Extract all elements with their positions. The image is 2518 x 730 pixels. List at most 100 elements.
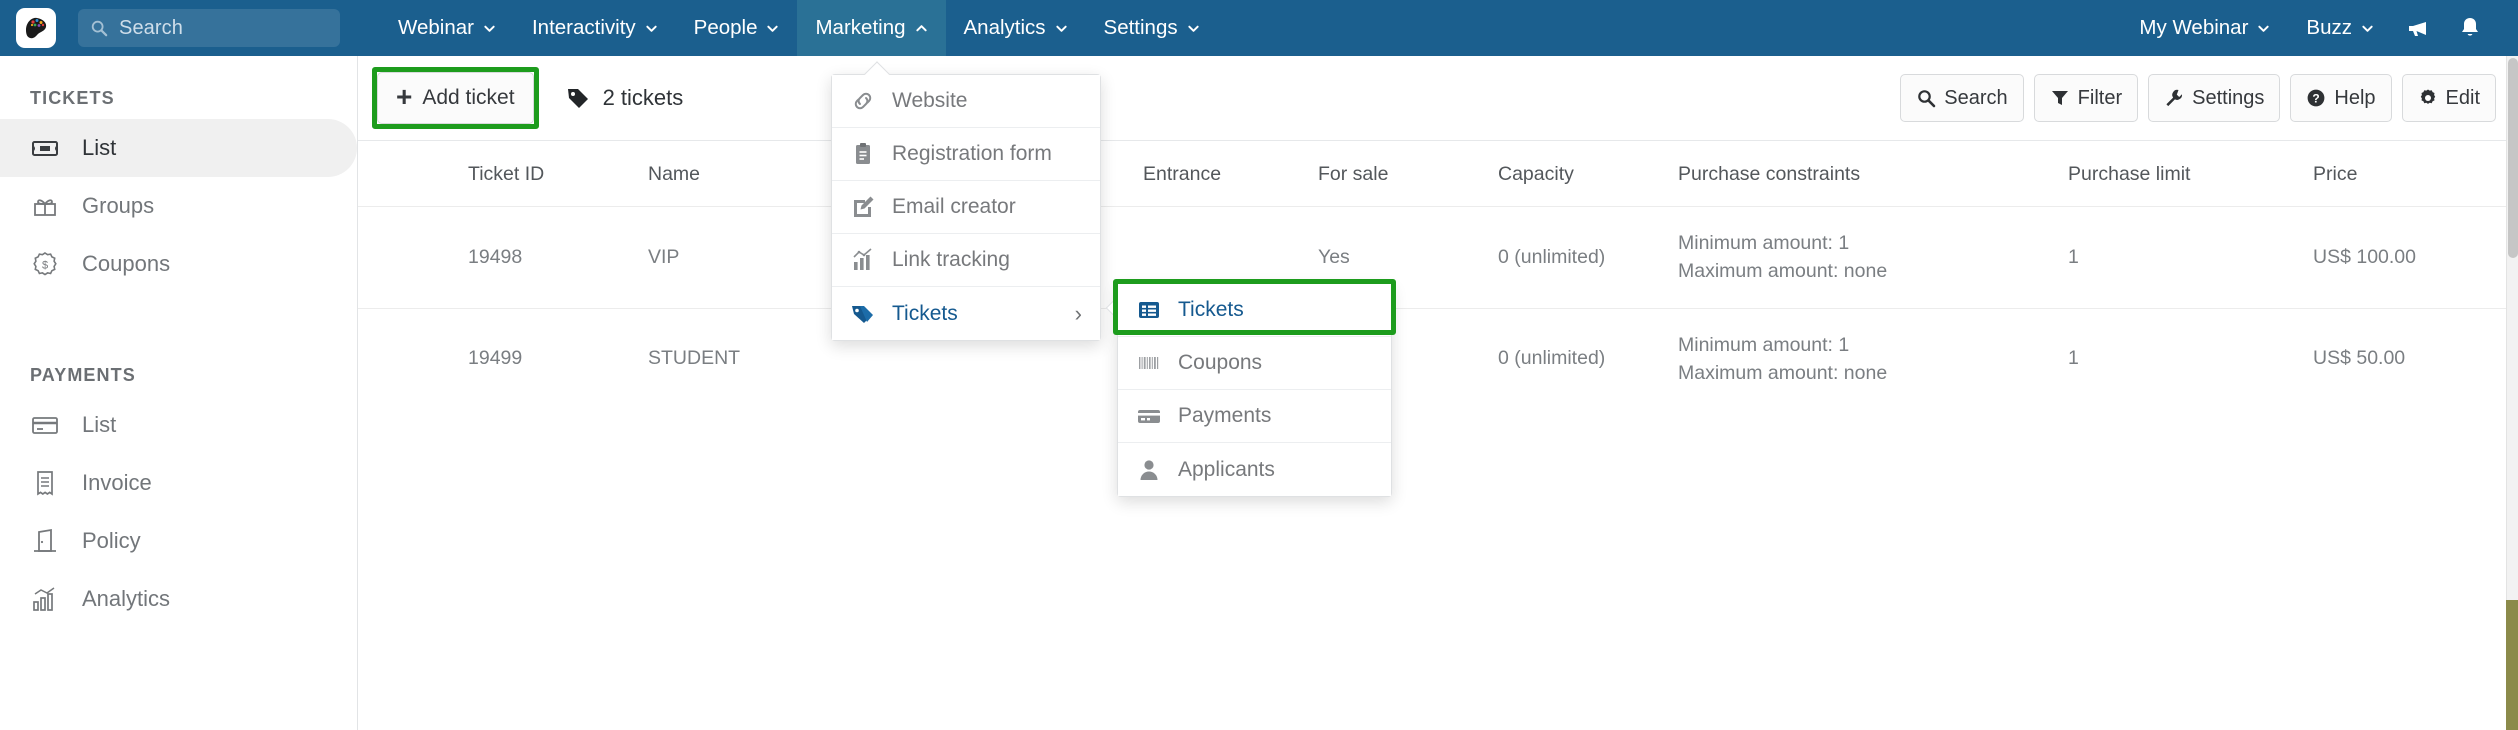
sidebar-item-groups[interactable]: Groups xyxy=(0,177,357,235)
table-row[interactable]: 19499 STUDENT Yes 0 (unlimited) Minimum … xyxy=(358,307,2518,413)
nav-label-analytics: Analytics xyxy=(963,16,1046,39)
cell-price: US$ 50.00 xyxy=(2313,307,2473,410)
sidebar-item-coupons[interactable]: $ Coupons xyxy=(0,235,357,293)
content-toolbar: + Add ticket 2 tickets Search Filter Set… xyxy=(358,56,2518,141)
main-nav-items: Webinar Interactivity People Marketing A xyxy=(380,0,1218,56)
th-purchase-limit: Purchase limit xyxy=(2068,141,2313,207)
credit-card-icon xyxy=(1138,410,1160,423)
filter-button[interactable]: Filter xyxy=(2033,74,2139,122)
chevron-down-icon xyxy=(767,25,779,32)
nav-item-marketing[interactable]: Marketing xyxy=(797,0,946,56)
help-button[interactable]: ? Help xyxy=(2290,74,2392,122)
main-content: + Add ticket 2 tickets Search Filter Set… xyxy=(358,56,2518,730)
sidebar-item-policy[interactable]: Policy xyxy=(0,512,357,570)
ticket-count-badge: 2 tickets xyxy=(565,85,684,111)
submenu-label-applicants: Applicants xyxy=(1178,457,1275,481)
nav-right-group: My Webinar Buzz xyxy=(2121,0,2518,56)
gift-box-icon xyxy=(34,199,56,216)
nav-label-marketing: Marketing xyxy=(815,16,906,39)
menu-label-website: Website xyxy=(892,89,968,112)
sidebar-heading-tickets: TICKETS xyxy=(30,88,115,108)
person-icon xyxy=(1140,459,1158,480)
bar-chart-icon xyxy=(33,587,55,611)
tag-icon xyxy=(567,89,588,108)
nav-item-settings[interactable]: Settings xyxy=(1086,0,1218,56)
sidebar-item-invoice[interactable]: Invoice xyxy=(0,454,357,512)
constraint-min: Minimum amount: 1 xyxy=(1678,232,1850,254)
sidebar-item-payments-list[interactable]: List xyxy=(0,396,357,454)
chevron-down-icon xyxy=(1187,25,1199,32)
app-logo[interactable] xyxy=(16,8,56,48)
link-icon xyxy=(854,92,872,110)
cell-ticket-id: 19498 xyxy=(468,206,648,309)
nav-label-my-webinar: My Webinar xyxy=(2139,16,2249,39)
megaphone-icon xyxy=(2409,22,2426,36)
submenu-label-coupons: Coupons xyxy=(1178,351,1263,374)
nav-item-my-webinar[interactable]: My Webinar xyxy=(2121,0,2288,56)
svg-text:$: $ xyxy=(42,260,48,272)
menu-item-tickets[interactable]: Tickets › xyxy=(832,287,1100,340)
table-list-icon xyxy=(1139,302,1159,318)
nav-item-interactivity[interactable]: Interactivity xyxy=(514,0,676,56)
sidebar-label-groups: Groups xyxy=(82,193,155,218)
cell-purchase-constraints: Minimum amount: 1 Maximum amount: none xyxy=(1678,206,2068,309)
top-navigation-bar: Search Webinar Interactivity People Mark… xyxy=(0,0,2518,56)
plus-icon: + xyxy=(396,81,413,112)
search-icon xyxy=(1918,90,1936,108)
search-button[interactable]: Search xyxy=(1900,74,2024,122)
menu-label-registration-form: Registration form xyxy=(892,142,1052,165)
ticket-count-label: 2 tickets xyxy=(602,85,684,110)
nav-item-webinar[interactable]: Webinar xyxy=(380,0,514,56)
submenu-item-tickets[interactable]: Tickets xyxy=(1118,284,1391,337)
nav-label-people: People xyxy=(693,16,758,39)
scrollbar-thumb[interactable] xyxy=(2508,58,2518,258)
chevron-down-icon xyxy=(484,25,495,32)
th-capacity: Capacity xyxy=(1498,141,1678,207)
add-ticket-highlight: + Add ticket xyxy=(372,67,539,129)
submenu-item-payments[interactable]: Payments xyxy=(1118,390,1391,443)
gear-icon xyxy=(2420,89,2435,104)
th-price: Price xyxy=(2313,141,2473,207)
funnel-icon xyxy=(2051,91,2068,105)
sidebar-label-analytics: Analytics xyxy=(82,586,171,611)
notifications-button[interactable] xyxy=(2444,0,2496,56)
nav-item-buzz[interactable]: Buzz xyxy=(2288,0,2392,56)
menu-label-email-creator: Email creator xyxy=(892,195,1016,218)
announcements-button[interactable] xyxy=(2392,0,2444,56)
credit-card-icon xyxy=(32,417,58,434)
chevron-right-icon: › xyxy=(1074,300,1082,326)
question-circle-icon: ? xyxy=(2307,89,2325,107)
table-header-row: Ticket ID Name Group Entrance For sale C… xyxy=(358,141,2518,207)
sidebar-item-analytics[interactable]: Analytics xyxy=(0,570,357,628)
receipt-icon xyxy=(37,471,53,496)
toolbar-right-buttons: Search Filter Settings ? Help Edit xyxy=(1890,74,2496,122)
submenu-label-tickets: Tickets xyxy=(1178,298,1244,321)
sidebar-item-tickets-list[interactable]: List xyxy=(0,119,357,177)
menu-item-website[interactable]: Website xyxy=(832,75,1100,128)
sidebar-label-invoice: Invoice xyxy=(82,470,152,495)
ticket-icon xyxy=(32,141,58,156)
menu-item-email-creator[interactable]: Email creator xyxy=(832,181,1100,234)
table-row[interactable]: 19498 VIP GOLD Yes 0 (unlimited) Minimum… xyxy=(358,206,2518,312)
sidebar-heading-payments: PAYMENTS xyxy=(30,365,136,385)
add-ticket-button[interactable]: + Add ticket xyxy=(377,72,534,124)
search-placeholder: Search xyxy=(119,16,183,39)
menu-item-registration-form[interactable]: Registration form xyxy=(832,128,1100,181)
settings-button[interactable]: Settings xyxy=(2148,74,2281,122)
search-input[interactable]: Search xyxy=(78,9,340,47)
nav-item-people[interactable]: People xyxy=(676,0,798,56)
sidebar-label-coupons: Coupons xyxy=(82,251,171,276)
cell-purchase-constraints: Minimum amount: 1 Maximum amount: none xyxy=(1678,307,2068,410)
add-ticket-label: Add ticket xyxy=(422,86,515,109)
left-sidebar: TICKETS List Groups $ Coupons PAYMENTS L… xyxy=(0,56,358,730)
cell-purchase-limit: 1 xyxy=(2068,307,2313,410)
submenu-item-coupons[interactable]: Coupons xyxy=(1118,337,1391,390)
edit-button[interactable]: Edit xyxy=(2401,74,2496,122)
menu-item-link-tracking[interactable]: Link tracking xyxy=(832,234,1100,287)
nav-item-analytics[interactable]: Analytics xyxy=(946,0,1086,56)
nav-label-settings: Settings xyxy=(1103,16,1178,39)
th-for-sale: For sale xyxy=(1318,141,1498,207)
submenu-item-applicants[interactable]: Applicants xyxy=(1118,443,1391,496)
chart-tracking-icon xyxy=(853,248,872,270)
tickets-table: Ticket ID Name Group Entrance For sale C… xyxy=(358,141,2518,413)
